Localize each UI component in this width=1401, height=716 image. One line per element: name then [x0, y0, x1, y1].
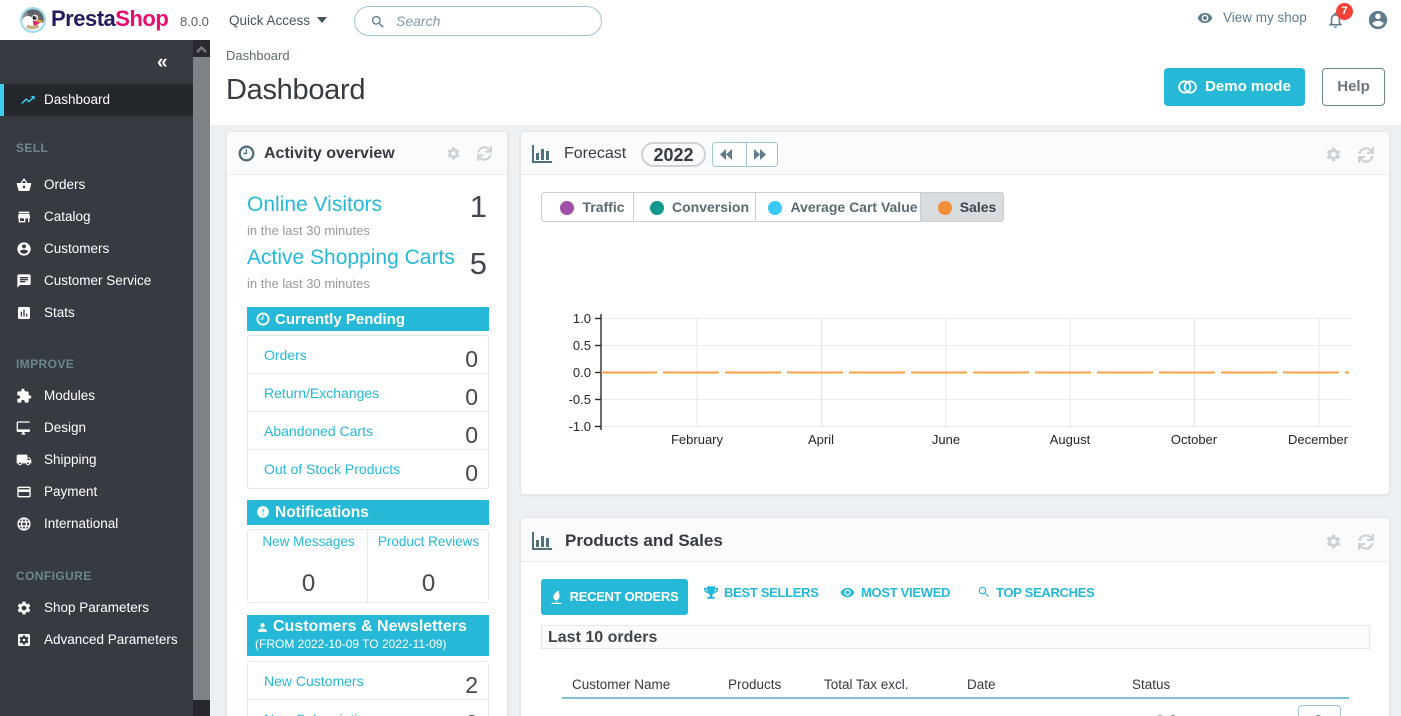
svg-text:October: October	[1171, 432, 1218, 447]
svg-text:0.0: 0.0	[573, 365, 591, 380]
svg-text:December: December	[1288, 432, 1349, 447]
svg-text:February: February	[671, 432, 724, 447]
svg-text:June: June	[932, 432, 960, 447]
svg-text:August: August	[1050, 432, 1091, 447]
svg-text:1.0: 1.0	[573, 311, 591, 326]
svg-text:April: April	[808, 432, 834, 447]
svg-text:-1.0: -1.0	[569, 419, 591, 434]
svg-text:-0.5: -0.5	[569, 392, 591, 407]
svg-text:0.5: 0.5	[573, 338, 591, 353]
